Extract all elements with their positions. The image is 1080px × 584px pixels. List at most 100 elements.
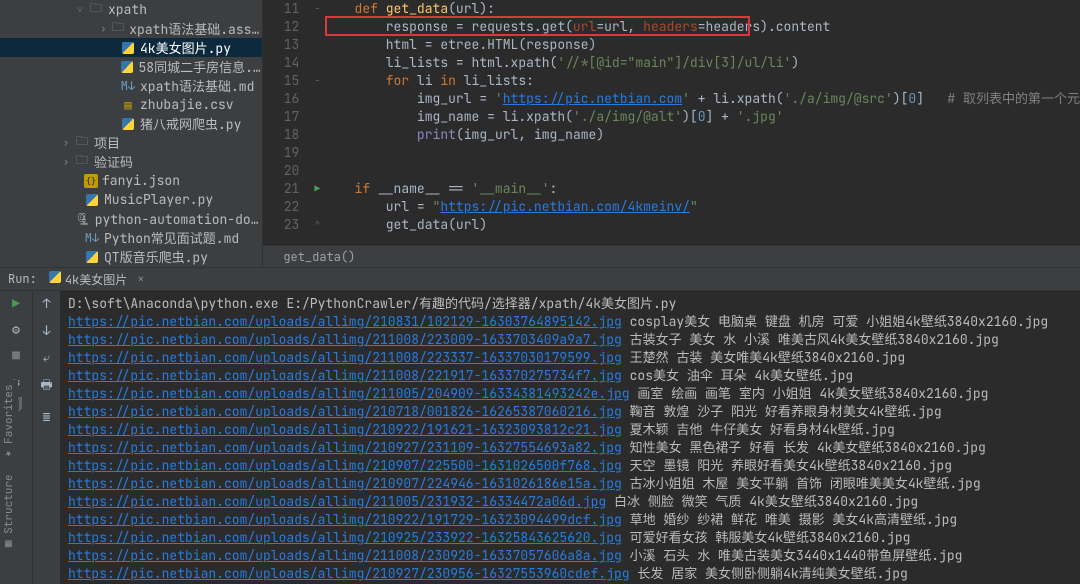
output-url[interactable]: https://pic.netbian.com/uploads/allimg/2…: [68, 313, 622, 330]
output-url[interactable]: https://pic.netbian.com/uploads/allimg/2…: [68, 511, 622, 528]
code-line[interactable]: 18 print(img_url, img_name): [263, 126, 1080, 144]
python-icon: [84, 249, 100, 265]
side-tool-tabs[interactable]: ▦ Structure ★ Favorites: [0, 380, 18, 555]
console-line: https://pic.netbian.com/uploads/allimg/2…: [68, 565, 1072, 583]
output-url[interactable]: https://pic.netbian.com/uploads/allimg/2…: [68, 493, 606, 510]
tree-item[interactable]: M↓Python常见面试题.md: [0, 228, 262, 247]
tree-item[interactable]: QT版音乐爬虫.py: [0, 247, 262, 266]
code-text: [323, 144, 1080, 162]
console-line: https://pic.netbian.com/uploads/allimg/2…: [68, 439, 1072, 457]
run-tab-bar: Run: 4k美女图片 ×: [0, 267, 1080, 291]
fold-icon[interactable]: [311, 126, 323, 144]
code-line[interactable]: 21▶ if __name__ == '__main__':: [263, 180, 1080, 198]
code-line[interactable]: 15- for li in li_lists:: [263, 72, 1080, 90]
run-tab[interactable]: 4k美女图片 ×: [49, 271, 145, 288]
fold-icon[interactable]: [311, 54, 323, 72]
fold-icon[interactable]: [311, 144, 323, 162]
tree-item[interactable]: ▤zhubajie.csv: [0, 95, 262, 114]
code-editor[interactable]: 11- def get_data(url):12 response = requ…: [263, 0, 1080, 267]
fold-icon[interactable]: [311, 36, 323, 54]
code-line[interactable]: 16 img_url = 'https://pic.netbian.com' +…: [263, 90, 1080, 108]
tree-item[interactable]: ›🗀xpath语法基础.assets: [0, 19, 262, 38]
structure-tab[interactable]: ▦ Structure: [2, 474, 16, 550]
tree-item[interactable]: 猪八戒网爬虫.py: [0, 114, 262, 133]
output-url[interactable]: https://pic.netbian.com/uploads/allimg/2…: [68, 349, 622, 366]
output-url[interactable]: https://pic.netbian.com/uploads/allimg/2…: [68, 547, 622, 564]
code-line[interactable]: 19: [263, 144, 1080, 162]
tree-label: 猪八戒网爬虫.py: [140, 114, 241, 133]
fold-icon[interactable]: ^: [311, 216, 323, 234]
tree-item[interactable]: 4k美女图片.py: [0, 38, 262, 57]
tree-label: vip视频.py: [104, 266, 177, 267]
output-text: 王楚然 古装 美女唯美4k壁纸3840x2160.jpg: [630, 349, 906, 366]
project-tree[interactable]: ˅🗀xpath›🗀xpath语法基础.assets4k美女图片.py58同城二手…: [0, 0, 263, 267]
stop-icon[interactable]: ■: [8, 347, 24, 363]
tree-item[interactable]: ›🗀项目: [0, 133, 262, 152]
tree-item[interactable]: ˅🗀xpath: [0, 0, 262, 19]
tree-item[interactable]: 🗜python-automation-docs-master吴老板doc自动化.…: [0, 209, 262, 228]
output-url[interactable]: https://pic.netbian.com/uploads/allimg/2…: [68, 529, 622, 546]
output-text: 草地 婚纱 纱裙 鲜花 唯美 摄影 美女4k高清壁纸.jpg: [630, 511, 958, 528]
fold-icon[interactable]: [311, 90, 323, 108]
output-text: 小溪 石头 水 唯美古装美女3440x1440带鱼屏壁纸.jpg: [630, 547, 963, 564]
tree-label: xpath: [108, 1, 147, 18]
output-url[interactable]: https://pic.netbian.com/uploads/allimg/2…: [68, 421, 622, 438]
close-icon[interactable]: ×: [137, 271, 144, 287]
up-icon[interactable]: ↑: [43, 295, 51, 312]
fold-icon[interactable]: [311, 108, 323, 126]
output-url[interactable]: https://pic.netbian.com/uploads/allimg/2…: [68, 385, 630, 402]
line-number: 16: [263, 90, 311, 108]
code-line[interactable]: 20: [263, 162, 1080, 180]
code-text: [323, 162, 1080, 180]
code-line[interactable]: 11- def get_data(url):: [263, 0, 1080, 18]
output-url[interactable]: https://pic.netbian.com/uploads/allimg/2…: [68, 439, 622, 456]
output-text: cos美女 油伞 耳朵 4k美女壁纸.jpg: [630, 367, 854, 384]
tree-label: 4k美女图片.py: [140, 38, 231, 57]
code-line[interactable]: 17 img_name = li.xpath('./a/img/@alt')[0…: [263, 108, 1080, 126]
run-label: Run:: [8, 271, 37, 287]
output-url[interactable]: https://pic.netbian.com/uploads/allimg/2…: [68, 475, 622, 492]
fold-icon[interactable]: [311, 18, 323, 36]
fold-icon[interactable]: [311, 162, 323, 180]
tree-item[interactable]: M↓xpath语法基础.md: [0, 76, 262, 95]
rerun-icon[interactable]: ▶: [8, 295, 24, 311]
favorites-tab[interactable]: ★ Favorites: [2, 384, 16, 460]
python-icon: [120, 116, 136, 132]
tool-icon[interactable]: ⚙: [8, 321, 24, 337]
fold-icon[interactable]: -: [311, 0, 323, 18]
fold-icon[interactable]: -: [311, 72, 323, 90]
output-text: 知性美女 黑色裙子 好看 长发 4k美女壁纸3840x2160.jpg: [630, 439, 986, 456]
line-number: 11: [263, 0, 311, 18]
code-line[interactable]: 14 li_lists = html.xpath('//*[@id="main"…: [263, 54, 1080, 72]
markdown-icon: M↓: [120, 78, 136, 94]
output-url[interactable]: https://pic.netbian.com/uploads/allimg/2…: [68, 457, 622, 474]
print-icon[interactable]: 🖶: [40, 376, 52, 398]
line-number: 12: [263, 18, 311, 36]
fold-icon[interactable]: [311, 198, 323, 216]
code-line[interactable]: 13 html = etree.HTML(response): [263, 36, 1080, 54]
code-line[interactable]: 12 response = requests.get(url=url, head…: [263, 18, 1080, 36]
tree-item[interactable]: MusicPlayer.py: [0, 190, 262, 209]
tree-item[interactable]: vip视频.py: [0, 266, 262, 267]
output-text: 白冰 侧脸 微笑 气质 4k美女壁纸3840x2160.jpg: [614, 493, 918, 510]
console-line: https://pic.netbian.com/uploads/allimg/2…: [68, 547, 1072, 565]
wrap-icon[interactable]: ⤶: [43, 349, 50, 366]
tree-item[interactable]: {}fanyi.json: [0, 171, 262, 190]
output-url[interactable]: https://pic.netbian.com/uploads/allimg/2…: [68, 331, 622, 348]
code-line[interactable]: 22 url = "https://pic.netbian.com/4kmein…: [263, 198, 1080, 216]
tree-item[interactable]: 58同城二手房信息.py: [0, 57, 262, 76]
output-text: 古冰小姐姐 木屋 美女平躺 首饰 闭眼唯美美女4k壁纸.jpg: [630, 475, 981, 492]
console-output[interactable]: D:\soft\Anaconda\python.exe E:/PythonCra…: [60, 291, 1080, 584]
code-line[interactable]: 23^ get_data(url): [263, 216, 1080, 234]
tree-item[interactable]: ›🗀验证码: [0, 152, 262, 171]
down-icon[interactable]: ↓: [43, 322, 51, 339]
tree-label: fanyi.json: [102, 172, 180, 189]
python-icon: [49, 271, 61, 287]
filter-icon[interactable]: ≣: [43, 408, 51, 425]
fold-icon[interactable]: ▶: [311, 180, 323, 198]
output-url[interactable]: https://pic.netbian.com/uploads/allimg/2…: [68, 367, 622, 384]
output-url[interactable]: https://pic.netbian.com/uploads/allimg/2…: [68, 565, 630, 582]
folder-icon: 🗀: [88, 2, 104, 18]
line-number: 23: [263, 216, 311, 234]
output-url[interactable]: https://pic.netbian.com/uploads/allimg/2…: [68, 403, 622, 420]
